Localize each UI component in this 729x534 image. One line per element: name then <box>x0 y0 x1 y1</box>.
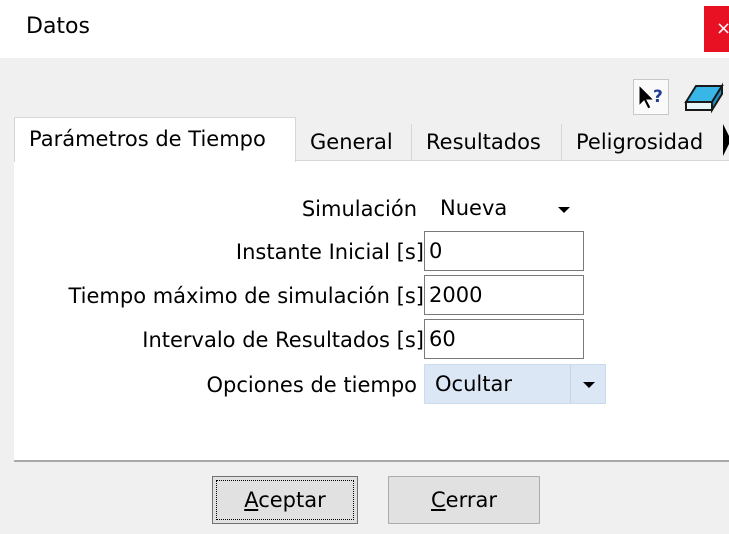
close-icon: × <box>716 18 729 39</box>
opciones-tiempo-value: Ocultar <box>435 372 512 396</box>
tiempo-maximo-label: Tiempo máximo de simulación [s] <box>68 284 424 308</box>
instante-inicial-input[interactable]: 0 <box>424 231 584 271</box>
title-bar: Datos × <box>0 0 729 58</box>
combo-separator <box>570 365 571 403</box>
help-cursor-icon: ? <box>638 83 663 110</box>
focus-rectangle <box>216 480 354 520</box>
intervalo-resultados-label: Intervalo de Resultados [s] <box>142 328 424 352</box>
cerrar-button[interactable]: Cerrar <box>388 476 540 524</box>
eraser-button[interactable] <box>682 80 729 116</box>
close-button[interactable]: × <box>704 6 729 52</box>
opciones-tiempo-label: Opciones de tiempo <box>206 373 417 397</box>
tab-scroll-right-icon[interactable] <box>723 124 729 156</box>
intervalo-resultados-input[interactable]: 60 <box>424 319 584 359</box>
chevron-down-icon <box>558 207 570 213</box>
divider <box>14 460 729 462</box>
aceptar-button[interactable]: Aceptar <box>212 476 358 524</box>
cerrar-mnemonic: C <box>431 488 446 512</box>
eraser-icon <box>684 82 724 114</box>
svg-text:?: ? <box>653 87 663 107</box>
tab-general[interactable]: General <box>296 124 412 161</box>
tab-peligrosidad[interactable]: Peligrosidad <box>562 124 722 161</box>
help-button[interactable]: ? <box>633 79 669 115</box>
simulacion-value: Nueva <box>440 196 508 220</box>
tiempo-maximo-input[interactable]: 2000 <box>424 275 584 315</box>
instante-inicial-label: Instante Inicial [s] <box>235 240 424 264</box>
simulacion-label: Simulación <box>301 197 417 221</box>
opciones-tiempo-select[interactable]: Ocultar <box>424 364 606 404</box>
tab-resultados[interactable]: Resultados <box>412 124 562 161</box>
tab-parametros-de-tiempo[interactable]: Parámetros de Tiempo <box>14 117 296 162</box>
simulacion-select[interactable]: Nueva <box>432 194 582 224</box>
cerrar-label: errar <box>445 488 497 512</box>
chevron-down-icon <box>583 382 595 388</box>
window-title: Datos <box>26 14 90 39</box>
